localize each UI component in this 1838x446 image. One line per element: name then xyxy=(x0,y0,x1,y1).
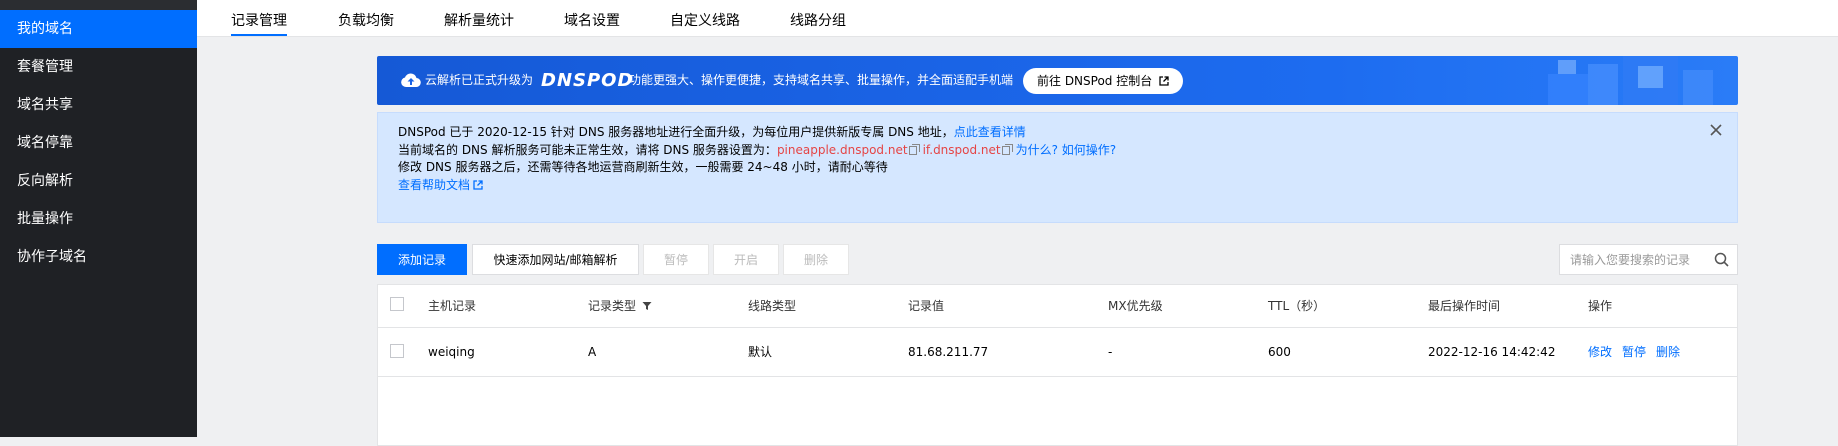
header-mx: MX优先级 xyxy=(1108,299,1163,313)
tab-domain-settings[interactable]: 域名设置 xyxy=(564,0,620,36)
record-search-box xyxy=(1559,244,1738,275)
why-how-link[interactable]: 为什么? 如何操作? xyxy=(1016,143,1117,157)
table-row: weiqing A 默认 81.68.211.77 - 600 2022-12-… xyxy=(378,328,1737,377)
header-type: 记录类型 xyxy=(588,285,652,327)
sidebar-item-domain-sharing[interactable]: 域名共享 xyxy=(0,86,197,124)
header-host: 主机记录 xyxy=(428,299,477,313)
header-value: 记录值 xyxy=(908,299,945,313)
cell-time: 2022-12-16 14:42:42 xyxy=(1428,345,1556,359)
external-link-icon xyxy=(1159,76,1169,86)
sidebar-item-domain-parking[interactable]: 域名停靠 xyxy=(0,124,197,162)
view-details-link[interactable]: 点此查看详情 xyxy=(954,125,1026,139)
cell-mx: - xyxy=(1108,345,1113,359)
delete-record-link[interactable]: 删除 xyxy=(1656,345,1680,359)
cell-type: A xyxy=(588,345,597,359)
copy-icon[interactable] xyxy=(1001,143,1013,155)
sidebar-item-batch-ops[interactable]: 批量操作 xyxy=(0,200,197,238)
help-docs-link[interactable]: 查看帮助文档 xyxy=(398,178,470,192)
table-header: 主机记录 记录类型 线路类型 记录值 MX优先级 TTL（秒） 最后操作时间 操… xyxy=(378,285,1737,328)
header-type-label: 记录类型 xyxy=(588,299,637,313)
notice-line-4: 查看帮助文档 xyxy=(398,177,1737,195)
cloud-upload-icon xyxy=(401,73,421,88)
sidebar-item-reverse-dns[interactable]: 反向解析 xyxy=(0,162,197,200)
header-time: 最后操作时间 xyxy=(1428,299,1501,313)
notice-line-2: 当前域名的 DNS 解析服务可能未正常生效，请将 DNS 服务器设置为：pine… xyxy=(398,142,1737,160)
record-toolbar: 添加记录 快速添加网站/邮箱解析 暂停 开启 删除 xyxy=(377,244,1738,275)
row-checkbox[interactable] xyxy=(390,344,404,358)
external-link-icon[interactable] xyxy=(473,179,483,190)
notice-line-1: DNSPod 已于 2020-12-15 针对 DNS 服务器地址进行全面升级，… xyxy=(398,124,1737,142)
cell-ops: 修改 暂停 删除 xyxy=(1588,328,1690,376)
record-search-input[interactable] xyxy=(1560,245,1710,274)
header-line: 线路类型 xyxy=(748,299,797,313)
pause-record-link[interactable]: 暂停 xyxy=(1622,345,1646,359)
sidebar-item-plans[interactable]: 套餐管理 xyxy=(0,48,197,86)
delete-button[interactable]: 删除 xyxy=(783,244,849,275)
header-ttl: TTL（秒） xyxy=(1268,299,1326,313)
nameserver-2: if.dnspod.net xyxy=(922,142,1001,157)
close-icon[interactable] xyxy=(1709,123,1723,137)
nameserver-1: pineapple.dnspod.net xyxy=(776,142,908,157)
records-table: 主机记录 记录类型 线路类型 记录值 MX优先级 TTL（秒） 最后操作时间 操… xyxy=(377,284,1738,446)
dns-upgrade-notice: DNSPod 已于 2020-12-15 针对 DNS 服务器地址进行全面升级，… xyxy=(377,112,1738,223)
tab-record-management[interactable]: 记录管理 xyxy=(231,0,287,36)
cell-host: weiqing xyxy=(428,345,475,359)
banner-decoration xyxy=(1548,56,1713,105)
pause-button[interactable]: 暂停 xyxy=(643,244,709,275)
tab-line-groups[interactable]: 线路分组 xyxy=(790,0,846,36)
header-ops: 操作 xyxy=(1588,299,1613,313)
select-all-checkbox[interactable] xyxy=(390,297,404,311)
notice-line-3: 修改 DNS 服务器之后，还需等待各地运营商刷新生效，一般需要 24~48 小时… xyxy=(398,160,888,174)
tab-custom-lines[interactable]: 自定义线路 xyxy=(670,0,740,36)
banner-prefix-text: 云解析已正式升级为 xyxy=(425,73,534,87)
cell-line: 默认 xyxy=(748,345,773,359)
goto-console-label: 前往 DNSPod 控制台 xyxy=(1037,74,1153,88)
enable-button[interactable]: 开启 xyxy=(713,244,779,275)
upgrade-banner: 云解析已正式升级为 DNSPOD 功能更强大、操作更便捷，支持域名共享、批量操作… xyxy=(377,56,1738,105)
tab-query-statistics[interactable]: 解析量统计 xyxy=(444,0,514,36)
sidebar-item-my-domains[interactable]: 我的域名 xyxy=(0,10,197,48)
sidebar: 我的域名 套餐管理 域名共享 域名停靠 反向解析 批量操作 协作子域名 xyxy=(0,0,197,437)
cell-ttl: 600 xyxy=(1268,345,1291,359)
search-icon[interactable] xyxy=(1714,252,1729,267)
edit-record-link[interactable]: 修改 xyxy=(1588,345,1612,359)
banner-feature-text: 功能更强大、操作更便捷，支持域名共享、批量操作，并全面适配手机端 xyxy=(629,73,1014,87)
cell-value: 81.68.211.77 xyxy=(908,345,989,359)
notice-line-1-text: DNSPod 已于 2020-12-15 针对 DNS 服务器地址进行全面升级，… xyxy=(398,125,954,139)
filter-icon[interactable] xyxy=(642,301,652,311)
add-record-button[interactable]: 添加记录 xyxy=(377,244,467,275)
sidebar-item-collab-subdomain[interactable]: 协作子域名 xyxy=(0,238,197,276)
tab-load-balancing[interactable]: 负载均衡 xyxy=(338,0,394,36)
goto-dnspod-console-button[interactable]: 前往 DNSPod 控制台 xyxy=(1023,68,1184,94)
sidebar-top-strip xyxy=(0,0,197,10)
main-content: 云解析已正式升级为 DNSPOD 功能更强大、操作更便捷，支持域名共享、批量操作… xyxy=(377,56,1738,446)
tab-bar: 记录管理 负载均衡 解析量统计 域名设置 自定义线路 线路分组 xyxy=(197,0,1838,37)
copy-icon[interactable] xyxy=(908,143,920,155)
notice-line-2-text: 当前域名的 DNS 解析服务可能未正常生效，请将 DNS 服务器设置为： xyxy=(398,142,777,157)
quick-add-button[interactable]: 快速添加网站/邮箱解析 xyxy=(472,244,639,275)
dnspod-brand-logo: DNSPOD xyxy=(541,70,634,91)
